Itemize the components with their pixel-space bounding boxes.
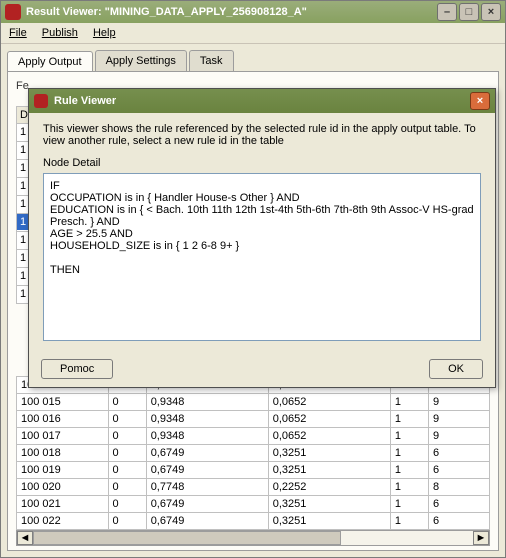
close-window-button[interactable]: ×: [481, 3, 501, 21]
table-cell: 0,6749: [146, 513, 268, 530]
tab-apply-output[interactable]: Apply Output: [7, 51, 93, 72]
table-cell: 6: [428, 496, 489, 513]
table-cell: 100 017: [17, 428, 109, 445]
table-cell: 0: [108, 428, 146, 445]
menu-help[interactable]: Help: [93, 27, 116, 39]
table-row[interactable]: 100 02200,67490,325116: [17, 513, 490, 530]
table-cell: 1: [390, 479, 428, 496]
table-cell: 100 016: [17, 411, 109, 428]
fetch-label-partial: Fe: [16, 80, 29, 92]
table-cell: 0,0652: [268, 428, 390, 445]
table-cell: 8: [428, 479, 489, 496]
menu-publish[interactable]: Publish: [42, 27, 78, 39]
table-cell: 6: [428, 445, 489, 462]
table-row[interactable]: 100 02000,77480,225218: [17, 479, 490, 496]
table-cell: 0,9348: [146, 411, 268, 428]
dialog-icon: [34, 94, 48, 108]
table-cell: 0: [108, 394, 146, 411]
app-icon: [5, 4, 21, 20]
table-row[interactable]: 100 01900,67490,325116: [17, 462, 490, 479]
table-cell: 0,2252: [268, 479, 390, 496]
table-cell: 0,6749: [146, 462, 268, 479]
rule-text-box[interactable]: IF OCCUPATION is in { Handler House-s Ot…: [43, 173, 481, 341]
table-cell: 0,3251: [268, 513, 390, 530]
table-cell: 0,9348: [146, 428, 268, 445]
dialog-button-row: Pomoc OK: [29, 351, 495, 387]
dialog-title: Rule Viewer: [54, 95, 116, 107]
minimize-button[interactable]: –: [437, 3, 457, 21]
titlebar: Result Viewer: "MINING_DATA_APPLY_256908…: [1, 1, 505, 23]
table-cell: 100 015: [17, 394, 109, 411]
table-row[interactable]: 100 01500,93480,065219: [17, 394, 490, 411]
table-cell: 9: [428, 428, 489, 445]
dialog-body: This viewer shows the rule referenced by…: [29, 113, 495, 351]
scroll-right-button[interactable]: ►: [473, 531, 489, 545]
help-button[interactable]: Pomoc: [41, 359, 113, 379]
table-cell: 100 022: [17, 513, 109, 530]
table-cell: 9: [428, 411, 489, 428]
table-cell: 0,0652: [268, 394, 390, 411]
table-cell: 0: [108, 513, 146, 530]
scroll-track[interactable]: [33, 531, 473, 545]
table-cell: 1: [390, 428, 428, 445]
table-cell: 1: [390, 411, 428, 428]
maximize-button[interactable]: □: [459, 3, 479, 21]
table-cell: 100 019: [17, 462, 109, 479]
table-cell: 1: [390, 445, 428, 462]
scroll-thumb[interactable]: [33, 531, 341, 545]
tab-apply-settings[interactable]: Apply Settings: [95, 50, 187, 71]
table-cell: 0: [108, 411, 146, 428]
dialog-titlebar: Rule Viewer ×: [29, 89, 495, 113]
result-grid[interactable]: 100 01400,93480,065219100 01500,93480,06…: [16, 376, 490, 530]
menu-file[interactable]: File: [9, 27, 27, 39]
table-cell: 6: [428, 462, 489, 479]
table-cell: 6: [428, 513, 489, 530]
table-cell: 0,3251: [268, 496, 390, 513]
horizontal-scrollbar[interactable]: ◄ ►: [16, 530, 490, 546]
tab-strip: Apply Output Apply Settings Task: [7, 50, 499, 71]
table-cell: 0: [108, 496, 146, 513]
table-cell: 0: [108, 445, 146, 462]
dialog-intro-text: This viewer shows the rule referenced by…: [43, 123, 481, 147]
table-cell: 100 020: [17, 479, 109, 496]
table-row[interactable]: 100 01700,93480,065219: [17, 428, 490, 445]
table-cell: 1: [390, 394, 428, 411]
dialog-close-button[interactable]: ×: [470, 92, 490, 110]
table-cell: 0: [108, 479, 146, 496]
table-cell: 0,3251: [268, 462, 390, 479]
table-cell: 1: [390, 513, 428, 530]
table-cell: 1: [390, 496, 428, 513]
table-cell: 0,0652: [268, 411, 390, 428]
table-cell: 0: [108, 462, 146, 479]
scroll-left-button[interactable]: ◄: [17, 531, 33, 545]
table-cell: 0,6749: [146, 496, 268, 513]
window-title: Result Viewer: "MINING_DATA_APPLY_256908…: [26, 6, 307, 18]
table-cell: 1: [390, 462, 428, 479]
tab-task[interactable]: Task: [189, 50, 234, 71]
table-row[interactable]: 100 02100,67490,325116: [17, 496, 490, 513]
table-cell: 0,3251: [268, 445, 390, 462]
table-cell: 100 018: [17, 445, 109, 462]
table-cell: 0,7748: [146, 479, 268, 496]
node-detail-label: Node Detail: [43, 157, 481, 169]
table-row[interactable]: 100 01600,93480,065219: [17, 411, 490, 428]
table-cell: 9: [428, 394, 489, 411]
table-cell: 0,6749: [146, 445, 268, 462]
ok-button[interactable]: OK: [429, 359, 483, 379]
menubar: File Publish Help: [1, 23, 505, 44]
table-cell: 0,9348: [146, 394, 268, 411]
table-cell: 100 021: [17, 496, 109, 513]
rule-viewer-dialog: Rule Viewer × This viewer shows the rule…: [28, 88, 496, 388]
table-row[interactable]: 100 01800,67490,325116: [17, 445, 490, 462]
